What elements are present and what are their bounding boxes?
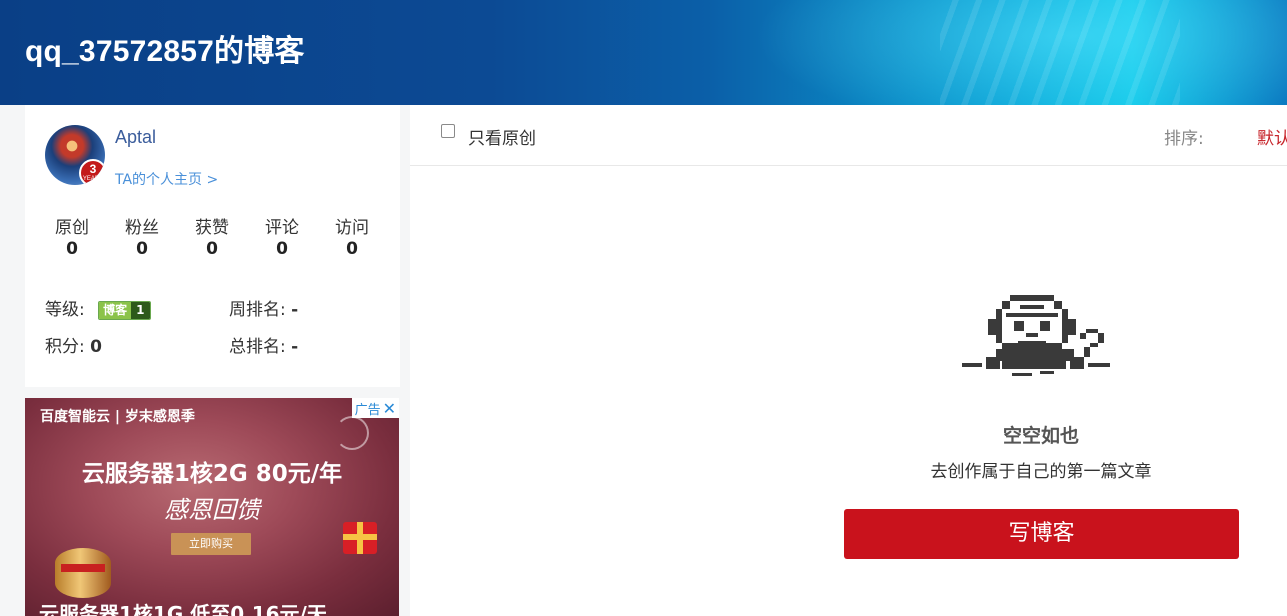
ad-brand: 百度智能云 | 岁末感恩季	[40, 409, 195, 425]
header-banner: qq_37572857的博客	[0, 0, 1287, 105]
stat-value: 0	[346, 239, 358, 259]
sort-label: 排序:	[1164, 129, 1204, 149]
banner-decoration	[940, 0, 1180, 105]
total-rank-label: 总排名:	[229, 337, 286, 357]
years-badge: 3 YEARS	[79, 159, 105, 185]
total-rank-value: -	[291, 337, 299, 357]
level-label: 等级:	[45, 300, 85, 320]
stat-value: 0	[276, 239, 288, 259]
total-rank-row: 总排名: -	[229, 332, 298, 357]
stat-likes[interactable]: 获赞 0	[177, 213, 247, 259]
ad-headline: 云服务器1核2G 80元/年	[81, 461, 343, 487]
week-rank-label: 周排名:	[229, 300, 286, 320]
close-icon[interactable]: ✕	[383, 399, 396, 418]
stat-comments[interactable]: 评论 0	[247, 213, 317, 259]
write-blog-button[interactable]: 写博客	[844, 509, 1239, 559]
username[interactable]: Aptal	[115, 127, 156, 148]
points-label: 积分:	[45, 337, 85, 357]
filter-bar: 只看原创 排序: 默认	[410, 105, 1287, 166]
empty-state-title: 空空如也	[1002, 425, 1079, 447]
points-row: 积分: 0	[45, 332, 102, 357]
sort-default-option[interactable]: 默认	[1257, 124, 1287, 149]
main-content: 只看原创 排序: 默认 空空如也 去创作属于自己的第一篇文章 写博客	[410, 105, 1287, 616]
empty-monkey-icon	[962, 295, 1110, 376]
ad-banner[interactable]: 百度智能云 | 岁末感恩季 广告 ✕ 云服务器1核2G 80元/年 感恩回馈 立…	[25, 398, 399, 616]
profile-card: 3 YEARS Aptal TA的个人主页 > 原创 0 粉丝 0 获赞 0 评…	[25, 105, 400, 387]
stat-label: 获赞	[195, 218, 229, 238]
week-rank-row: 周排名: -	[229, 295, 298, 320]
original-only-checkbox[interactable]	[441, 124, 455, 138]
ad-bottom-text: 云服务器1核1G 低至0.16元/天	[39, 602, 327, 616]
level-badge-name: 博客	[99, 301, 132, 319]
stat-visits[interactable]: 访问 0	[317, 213, 387, 259]
years-badge-text: YEARS	[82, 176, 104, 182]
ad-tag-label: 广告	[354, 402, 381, 418]
stat-label: 访问	[335, 218, 369, 238]
empty-state-subtitle: 去创作属于自己的第一篇文章	[930, 462, 1152, 482]
homepage-link[interactable]: TA的个人主页 >	[115, 169, 218, 189]
level-badge[interactable]: 博客 1	[98, 300, 151, 320]
week-rank-value: -	[291, 300, 299, 320]
stats-row: 原创 0 粉丝 0 获赞 0 评论 0 访问 0	[37, 213, 387, 259]
stat-value: 0	[206, 239, 218, 259]
stat-value: 0	[66, 239, 78, 259]
stat-fans[interactable]: 粉丝 0	[107, 213, 177, 259]
decoration-icon	[335, 416, 369, 450]
points-value: 0	[90, 337, 102, 357]
stat-label: 原创	[55, 218, 89, 238]
gift-icon	[343, 522, 377, 554]
years-badge-number: 3	[89, 162, 97, 176]
stat-label: 粉丝	[125, 218, 159, 238]
blog-title[interactable]: qq_37572857的博客	[25, 26, 305, 70]
stat-value: 0	[136, 239, 148, 259]
ad-subline: 感恩回馈	[164, 496, 260, 524]
stat-label: 评论	[265, 218, 299, 238]
avatar[interactable]: 3 YEARS	[45, 125, 105, 185]
level-badge-number: 1	[131, 301, 150, 319]
ad-tag: 广告 ✕	[351, 398, 399, 418]
original-only-label[interactable]: 只看原创	[468, 124, 536, 149]
server-barrel-icon	[55, 548, 111, 598]
stat-original[interactable]: 原创 0	[37, 213, 107, 259]
ad-buy-button[interactable]: 立即购买	[171, 533, 251, 555]
level-row: 等级: 博客 1	[45, 295, 151, 320]
